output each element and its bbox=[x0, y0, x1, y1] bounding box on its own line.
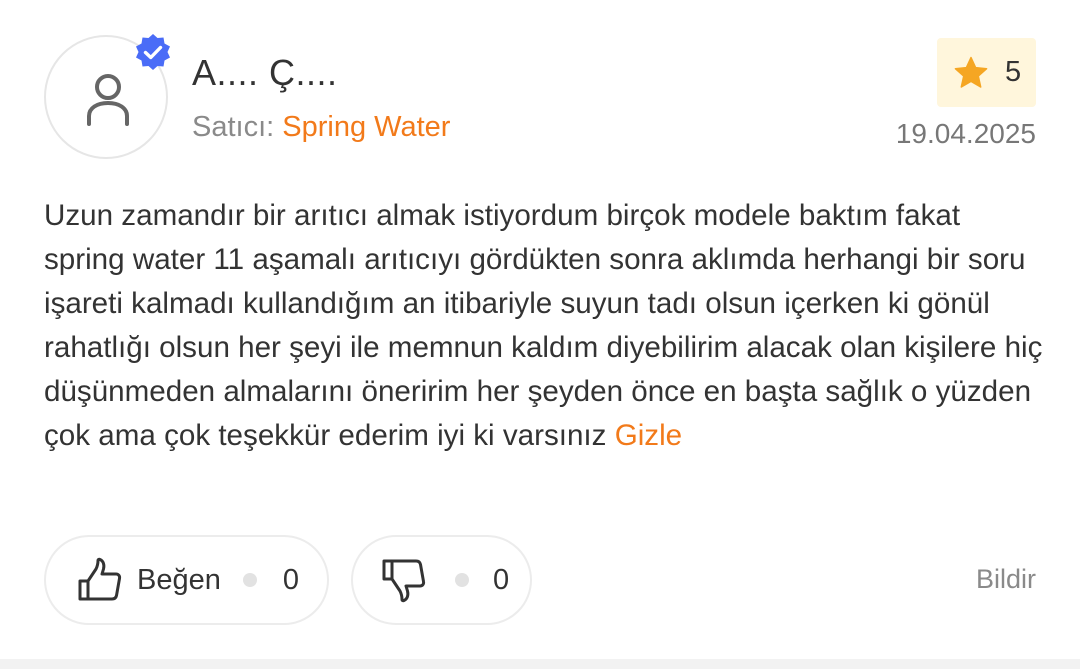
thumbs-up-icon bbox=[78, 557, 122, 601]
separator-dot bbox=[242, 573, 257, 587]
reviewer-name: A.... Ç.... bbox=[192, 52, 338, 93]
seller-link[interactable]: Spring Water bbox=[282, 111, 450, 143]
separator-dot bbox=[455, 573, 469, 587]
rating-badge: 5 bbox=[937, 38, 1036, 107]
verified-badge-icon bbox=[136, 34, 170, 70]
review-text: Uzun zamandır bir arıtıcı almak istiyord… bbox=[44, 194, 1044, 458]
review-date: 19.04.2025 bbox=[895, 118, 1036, 149]
rating-value: 5 bbox=[1005, 56, 1022, 88]
thumbs-down-icon bbox=[382, 559, 426, 603]
dislike-button[interactable]: 0 bbox=[351, 535, 532, 625]
hide-link[interactable]: Gizle bbox=[615, 419, 682, 452]
report-link[interactable]: Bildir bbox=[976, 563, 1036, 595]
seller-label: Satıcı: bbox=[192, 111, 275, 143]
user-icon bbox=[87, 74, 129, 126]
like-label: Beğen bbox=[137, 563, 221, 596]
dislike-count: 0 bbox=[493, 563, 510, 596]
review-card: A.... Ç.... Satıcı: Spring Water 5 19.04… bbox=[0, 0, 1080, 669]
like-button[interactable]: Beğen 0 bbox=[44, 535, 329, 625]
star-icon bbox=[954, 56, 988, 88]
seller-line: Satıcı: Spring Water bbox=[192, 110, 450, 144]
divider bbox=[0, 659, 1080, 669]
review-body: Uzun zamandır bir arıtıcı almak istiyord… bbox=[44, 199, 1043, 452]
like-count: 0 bbox=[282, 563, 299, 596]
